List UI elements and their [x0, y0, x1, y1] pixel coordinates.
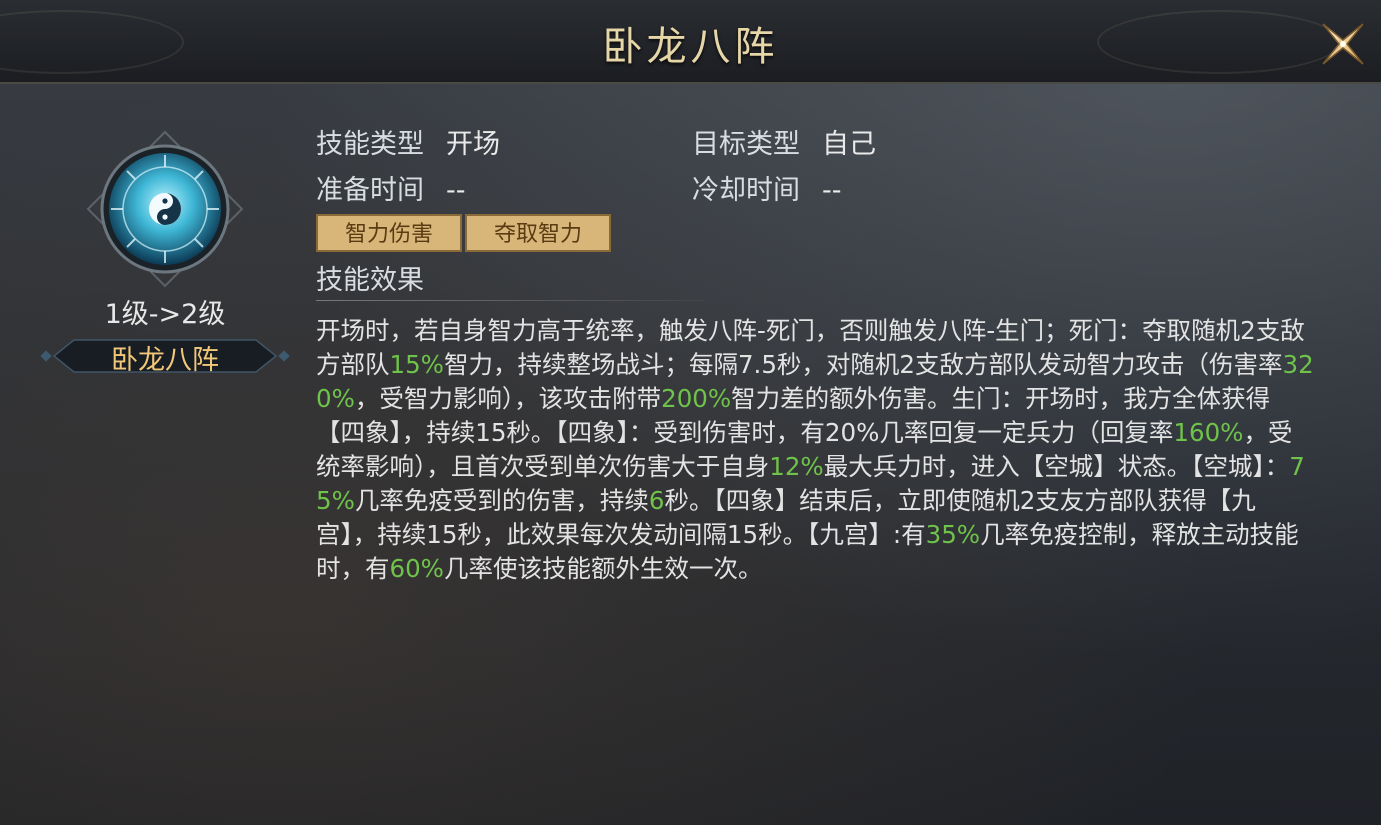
yin-yang-bagua-icon [86, 130, 244, 288]
skill-type-value: 开场 [446, 129, 500, 160]
tag-steal-intelligence: 夺取智力 [465, 214, 611, 252]
prep-time-row: 准备时间 -- [316, 168, 466, 207]
skill-type-row: 技能类型 开场 [316, 122, 500, 161]
skill-type-label: 技能类型 [316, 129, 424, 160]
effect-highlight: 12% [769, 452, 824, 481]
effect-highlight: 160% [1173, 418, 1244, 447]
effect-text: 几率使该技能额外生效一次。 [443, 554, 763, 583]
effect-section-title: 技能效果 [316, 265, 424, 296]
effect-highlight: 6 [648, 486, 665, 515]
effect-text: ，受智力影响），该攻击附带 [354, 384, 662, 413]
effect-highlight: 60% [389, 554, 444, 583]
effect-text: 最大兵力时，进入【空城】状态。【空城】： [823, 452, 1290, 481]
skill-level-change: 1级->2级 [104, 299, 226, 330]
title-bar: 卧龙八阵 [0, 0, 1381, 84]
target-type-value: 自己 [822, 129, 876, 160]
target-type-row: 目标类型 自己 [692, 122, 876, 161]
cooldown-label: 冷却时间 [692, 175, 800, 206]
tag-intelligence-damage: 智力伤害 [316, 214, 462, 252]
cooldown-row: 冷却时间 -- [692, 168, 842, 207]
close-icon[interactable] [1317, 18, 1369, 70]
window-title: 卧龙八阵 [602, 24, 779, 70]
effect-highlight: 200% [661, 384, 732, 413]
effect-text: 智力，持续整场战斗；每隔7.5秒，对随机2支敌方部队发动智力攻击（伤害率 [443, 350, 1283, 379]
effect-description: 开场时，若自身智力高于统率，触发八阵-死门，否则触发八阵-生门；死门：夺取随机2… [316, 314, 1316, 586]
prep-time-value: -- [446, 175, 466, 206]
effect-highlight: 15% [389, 350, 444, 379]
divider [316, 300, 704, 301]
effect-text: 几率免疫受到的伤害，持续 [354, 486, 649, 515]
target-type-label: 目标类型 [692, 129, 800, 160]
effect-highlight: 35% [925, 520, 981, 549]
prep-time-label: 准备时间 [316, 175, 424, 206]
skill-name: 卧龙八阵 [111, 345, 219, 376]
cooldown-value: -- [822, 175, 842, 206]
skill-name-plate: 卧龙八阵 [40, 334, 290, 378]
